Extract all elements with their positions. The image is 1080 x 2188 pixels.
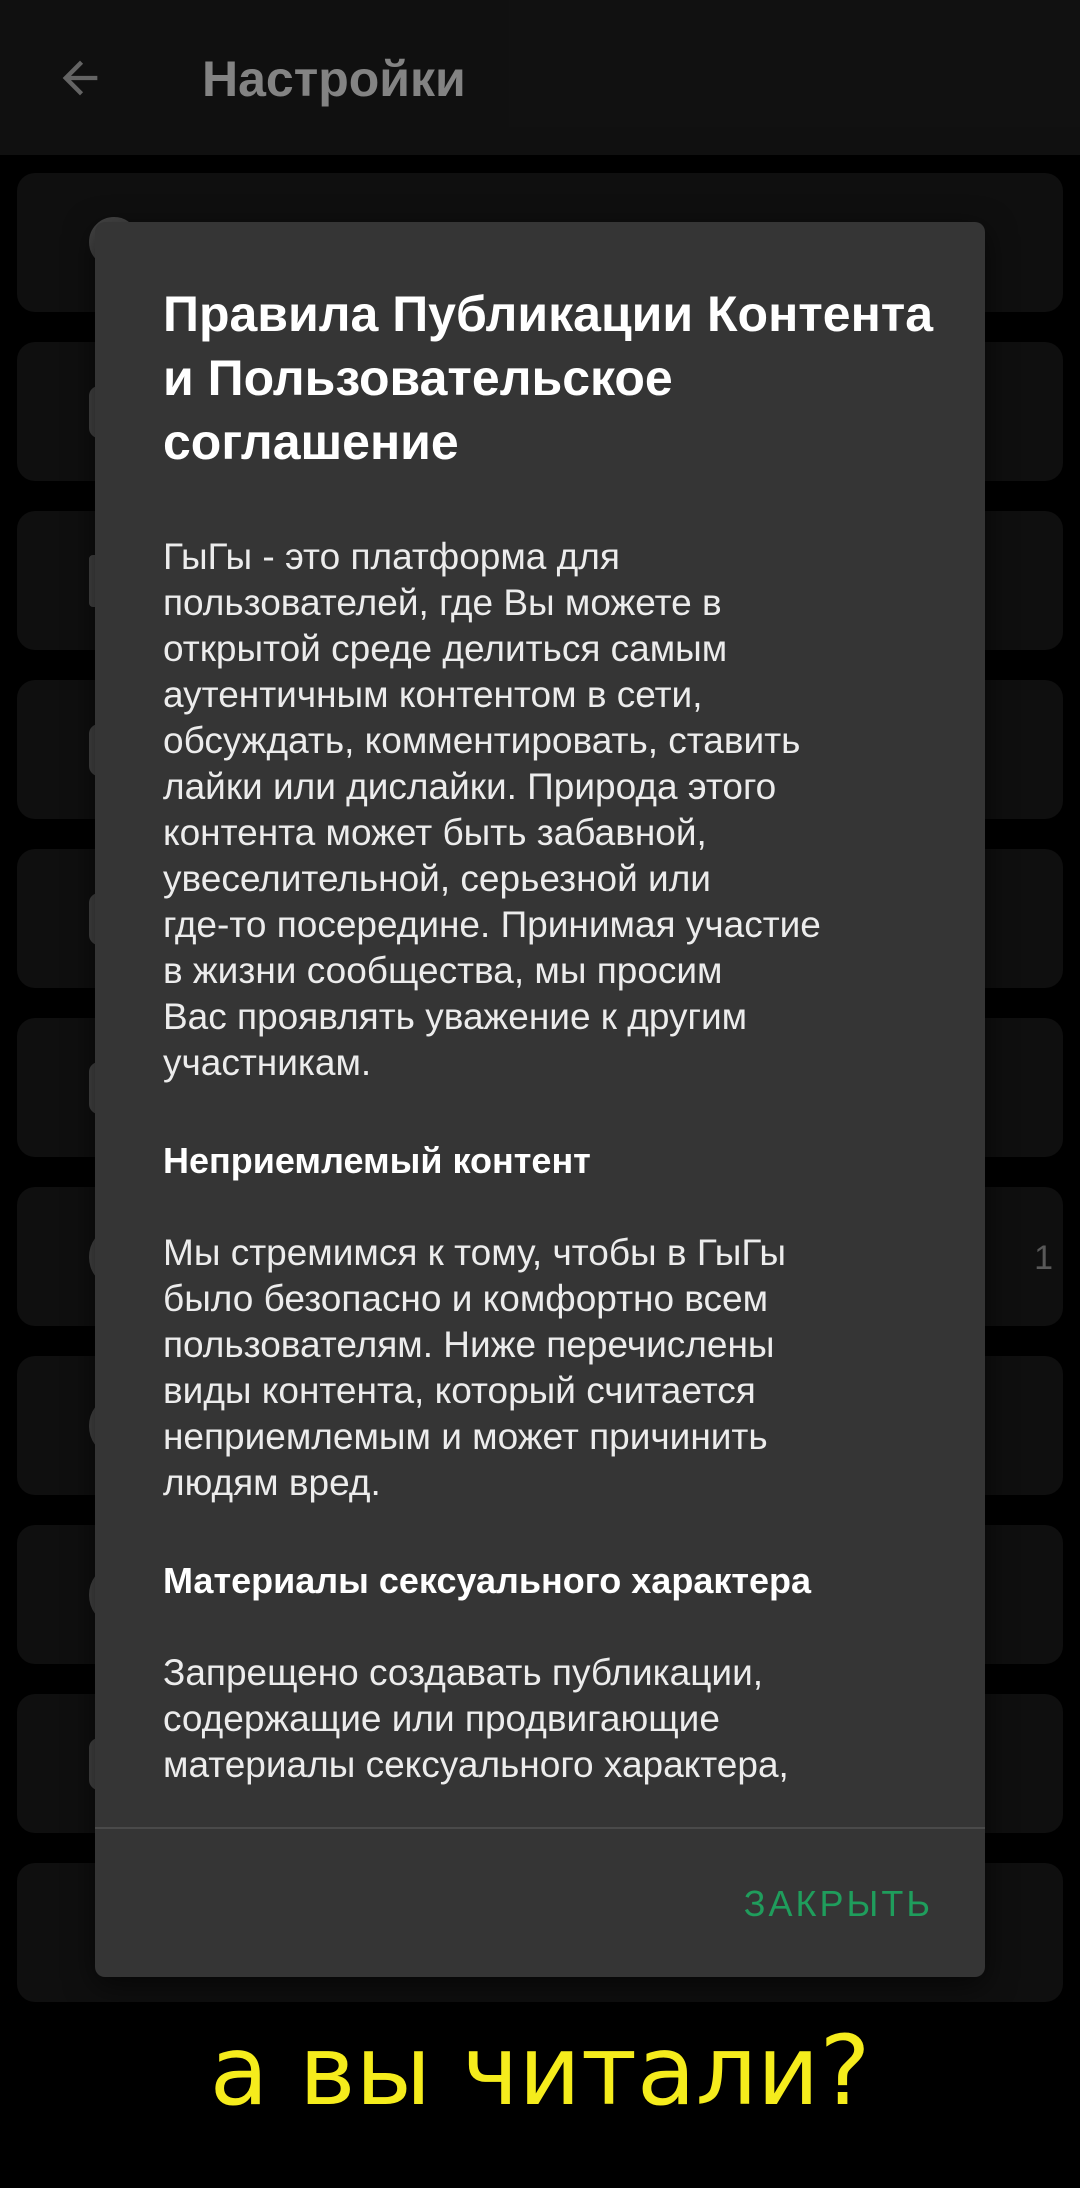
dialog-scroll-content[interactable]: Правила Публикации Контента и Пользовате… <box>163 282 963 1892</box>
section-text-sexual-content: Запрещено создавать публикации, содержащ… <box>163 1652 789 1785</box>
section-heading-unacceptable-content: Неприемлемый контент <box>163 1140 591 1181</box>
close-button[interactable]: ЗАКРЫТЬ <box>738 1882 939 1926</box>
dialog-title: Правила Публикации Контента и Пользовате… <box>163 286 934 470</box>
section-text-unacceptable-content: Мы стремимся к тому, чтобы в ГыГы было б… <box>163 1232 786 1503</box>
section-heading-sexual-content: Материалы сексуального характера <box>163 1560 812 1601</box>
dialog-intro-text: ГыГы - это платформа для пользователей, … <box>163 536 821 1083</box>
terms-dialog: Правила Публикации Контента и Пользовате… <box>95 222 985 1977</box>
caption-text: а вы читали? <box>209 2015 871 2127</box>
dialog-divider <box>95 1827 985 1829</box>
